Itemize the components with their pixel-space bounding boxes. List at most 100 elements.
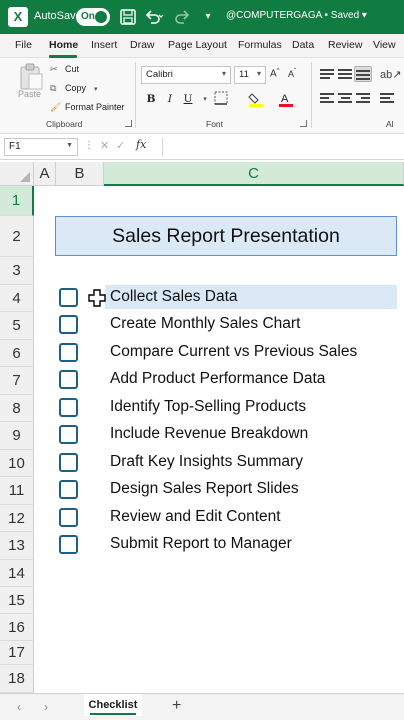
- align-top-icon[interactable]: [320, 69, 334, 81]
- row-header-8[interactable]: 8: [0, 395, 34, 422]
- tab-formulas[interactable]: Formulas: [238, 39, 282, 51]
- row-header-18[interactable]: 18: [0, 665, 34, 693]
- font-size-combo[interactable]: 11 ▾: [234, 66, 266, 84]
- row-header-11[interactable]: 11: [0, 477, 34, 505]
- sheet-tab-bar: ‹ › Checklist +: [0, 693, 404, 720]
- row-header-3[interactable]: 3: [0, 257, 34, 285]
- task-label[interactable]: Include Revenue Breakdown: [110, 425, 308, 443]
- row-header-12[interactable]: 12: [0, 505, 34, 532]
- underline-dropdown-icon[interactable]: ▾: [197, 91, 213, 107]
- next-sheet-icon[interactable]: ›: [44, 700, 48, 714]
- row-header-2[interactable]: 2: [0, 216, 34, 257]
- sheet-title[interactable]: Sales Report Presentation: [55, 216, 397, 256]
- task-checkbox[interactable]: [59, 535, 78, 554]
- select-all-button[interactable]: [0, 162, 34, 186]
- save-icon[interactable]: [118, 7, 138, 27]
- paste-button[interactable]: [16, 62, 46, 110]
- decrease-font-icon[interactable]: Aˇ: [288, 69, 296, 79]
- row-header-1[interactable]: 1: [0, 186, 34, 216]
- column-header-b[interactable]: B: [56, 162, 104, 186]
- cancel-icon[interactable]: ✕: [100, 139, 109, 152]
- borders-icon[interactable]: [213, 91, 229, 107]
- excel-logo-icon: X: [8, 7, 28, 27]
- task-label[interactable]: Design Sales Report Slides: [110, 480, 299, 498]
- redo-icon[interactable]: [172, 7, 192, 27]
- task-label[interactable]: Add Product Performance Data: [110, 370, 325, 388]
- clipboard-launcher-icon[interactable]: [125, 120, 132, 127]
- column-header-a[interactable]: A: [34, 162, 56, 186]
- paste-icon: [20, 63, 43, 90]
- tab-draw[interactable]: Draw: [130, 39, 155, 51]
- format-painter-label: Format Painter: [65, 102, 125, 112]
- name-box-value: F1: [9, 141, 21, 152]
- tab-file[interactable]: File: [15, 39, 32, 51]
- font-color-icon[interactable]: A: [278, 91, 294, 107]
- tab-view[interactable]: View: [373, 39, 396, 51]
- row-header-17[interactable]: 17: [0, 641, 34, 665]
- row-header-10[interactable]: 10: [0, 450, 34, 477]
- prev-sheet-icon[interactable]: ‹: [17, 700, 21, 714]
- task-checkbox[interactable]: [59, 508, 78, 527]
- task-label[interactable]: Create Monthly Sales Chart: [110, 315, 300, 333]
- task-checkbox[interactable]: [59, 343, 78, 362]
- row-header-7[interactable]: 7: [0, 367, 34, 395]
- task-checkbox[interactable]: [59, 398, 78, 417]
- tab-page-layout[interactable]: Page Layout: [168, 39, 227, 51]
- row-header-6[interactable]: 6: [0, 340, 34, 367]
- task-checkbox[interactable]: [59, 370, 78, 389]
- underline-icon[interactable]: U: [180, 91, 196, 107]
- task-label[interactable]: Collect Sales Data: [110, 288, 238, 306]
- autosave-toggle[interactable]: On: [76, 8, 110, 26]
- document-title[interactable]: @COMPUTERGAGA • Saved ▾: [226, 10, 367, 21]
- add-sheet-button[interactable]: +: [172, 697, 181, 715]
- undo-icon[interactable]: [142, 7, 164, 27]
- row-header-13[interactable]: 13: [0, 532, 34, 560]
- align-center-icon[interactable]: [338, 93, 352, 105]
- cut-button[interactable]: ✂ Cut: [50, 64, 79, 75]
- align-middle-icon[interactable]: [338, 69, 352, 81]
- format-painter-button[interactable]: 🖌 Format Painter: [50, 102, 125, 113]
- task-checkbox[interactable]: [59, 288, 78, 307]
- task-label[interactable]: Identify Top-Selling Products: [110, 398, 306, 416]
- row-header-4[interactable]: 4: [0, 285, 34, 312]
- customize-quick-access-icon[interactable]: ▾: [198, 7, 218, 27]
- svg-text:A: A: [281, 93, 289, 105]
- wrap-text-icon[interactable]: [380, 93, 394, 105]
- formula-input[interactable]: [162, 138, 402, 156]
- clipboard-group-label: Clipboard: [46, 119, 83, 129]
- name-box[interactable]: F1 ▼: [4, 138, 78, 156]
- tab-insert[interactable]: Insert: [91, 39, 117, 51]
- row-header-16[interactable]: 16: [0, 614, 34, 641]
- enter-icon[interactable]: ✓: [116, 139, 125, 152]
- font-group-label: Font: [206, 119, 224, 129]
- row-header-14[interactable]: 14: [0, 560, 34, 587]
- row-header-9[interactable]: 9: [0, 422, 34, 450]
- task-checkbox[interactable]: [59, 315, 78, 334]
- align-right-icon[interactable]: [356, 93, 370, 105]
- more-options-icon[interactable]: ⋮: [84, 140, 94, 151]
- task-checkbox[interactable]: [59, 425, 78, 444]
- task-label[interactable]: Compare Current vs Previous Sales: [110, 343, 357, 361]
- copy-button[interactable]: ⧉ Copy ▾: [50, 83, 98, 94]
- task-checkbox[interactable]: [59, 480, 78, 499]
- copy-dropdown-icon: ▾: [94, 86, 98, 93]
- fill-color-icon[interactable]: [248, 91, 264, 107]
- tab-data[interactable]: Data: [292, 39, 314, 51]
- tab-home[interactable]: Home: [49, 39, 78, 51]
- task-label[interactable]: Review and Edit Content: [110, 508, 281, 526]
- tab-review[interactable]: Review: [328, 39, 362, 51]
- bold-icon[interactable]: B: [143, 91, 159, 107]
- font-name-combo[interactable]: Calibri ▾: [141, 66, 231, 84]
- increase-font-icon[interactable]: A^: [270, 68, 280, 79]
- task-checkbox[interactable]: [59, 453, 78, 472]
- row-header-5[interactable]: 5: [0, 312, 34, 340]
- orientation-icon[interactable]: ab↗: [380, 68, 401, 81]
- italic-icon[interactable]: I: [162, 91, 178, 107]
- row-header-15[interactable]: 15: [0, 587, 34, 614]
- task-label[interactable]: Draft Key Insights Summary: [110, 453, 303, 471]
- align-left-icon[interactable]: [320, 93, 334, 105]
- insert-function-icon[interactable]: fx: [136, 138, 146, 151]
- task-label[interactable]: Submit Report to Manager: [110, 535, 292, 553]
- font-launcher-icon[interactable]: [300, 120, 307, 127]
- column-header-c[interactable]: C: [104, 162, 404, 186]
